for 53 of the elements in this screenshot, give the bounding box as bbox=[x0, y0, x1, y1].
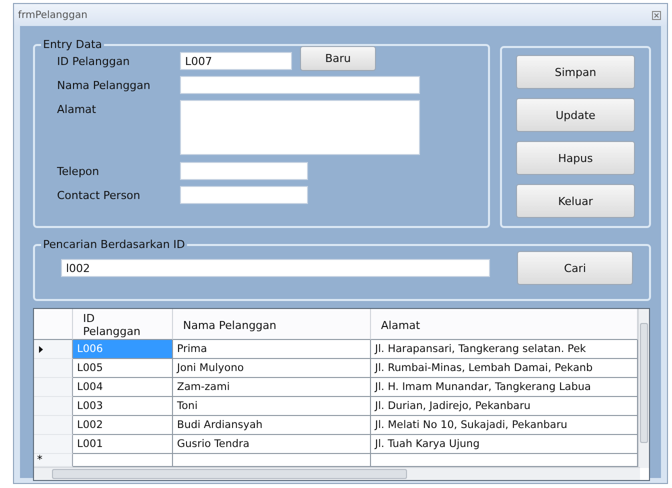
search-button[interactable]: Cari bbox=[517, 251, 633, 285]
action-button[interactable]: Hapus bbox=[516, 141, 635, 175]
input-field[interactable] bbox=[180, 76, 420, 94]
action-button[interactable]: Keluar bbox=[516, 184, 635, 218]
table-cell[interactable]: L004 bbox=[73, 378, 173, 397]
table-cell[interactable]: Budi Ardiansyah bbox=[173, 416, 371, 435]
search-field[interactable]: l002 bbox=[61, 259, 490, 277]
table-cell[interactable]: Gusrio Tendra bbox=[173, 435, 371, 454]
table-cell[interactable]: L003 bbox=[73, 397, 173, 416]
table-cell[interactable]: Jl. Melati No 10, Sukajadi, Pekanbaru bbox=[371, 416, 638, 435]
new-button[interactable]: Baru bbox=[300, 46, 376, 71]
field-label: Telepon bbox=[57, 164, 100, 178]
column-header[interactable]: ID Pelanggan bbox=[73, 309, 173, 340]
window-title: frmPelanggan bbox=[18, 10, 88, 20]
column-header[interactable]: Nama Pelanggan bbox=[173, 309, 371, 340]
group-title: Pencarian Berdasarkan ID bbox=[41, 238, 188, 251]
new-row-marker: * bbox=[36, 454, 44, 465]
close-icon[interactable] bbox=[652, 10, 661, 20]
data-grid[interactable] bbox=[33, 308, 650, 481]
table-cell[interactable]: Joni Mulyono bbox=[173, 359, 371, 378]
table-cell[interactable]: Jl. Durian, Jadirejo, Pekanbaru bbox=[371, 397, 638, 416]
row-header[interactable] bbox=[34, 416, 73, 435]
row-header[interactable] bbox=[34, 340, 73, 359]
field-label: Nama Pelanggan bbox=[57, 78, 152, 92]
table-cell[interactable]: Jl. Harapansari, Tangkerang selatan. Pek bbox=[371, 340, 638, 359]
action-button[interactable]: Update bbox=[516, 98, 635, 132]
text-area[interactable] bbox=[180, 100, 420, 155]
row-header[interactable] bbox=[34, 378, 73, 397]
table-cell[interactable]: L005 bbox=[73, 359, 173, 378]
input-field[interactable] bbox=[180, 162, 308, 180]
table-cell[interactable]: Zam-zami bbox=[173, 378, 371, 397]
column-header[interactable]: Alamat bbox=[371, 309, 638, 340]
row-header[interactable]: * bbox=[34, 454, 73, 467]
input-field[interactable]: L007 bbox=[180, 52, 292, 70]
vertical-scrollbar[interactable] bbox=[638, 309, 649, 468]
corner-header[interactable] bbox=[34, 309, 73, 340]
field-label: Contact Person bbox=[57, 188, 142, 202]
field-label: Alamat bbox=[57, 102, 98, 116]
table-cell[interactable]: Jl. Rumbai-Minas, Lembah Damai, Pekanb bbox=[371, 359, 638, 378]
horizontal-scrollbar[interactable] bbox=[34, 467, 640, 480]
group-title: Entry Data bbox=[41, 38, 104, 51]
table-cell[interactable]: L002 bbox=[73, 416, 173, 435]
table-cell[interactable]: Jl. Tuah Karya Ujung bbox=[371, 435, 638, 454]
table-cell[interactable]: L001 bbox=[73, 435, 173, 454]
row-header[interactable] bbox=[34, 397, 73, 416]
table-cell[interactable]: Toni bbox=[173, 397, 371, 416]
action-button[interactable]: Simpan bbox=[516, 55, 635, 89]
row-header[interactable] bbox=[34, 359, 73, 378]
table-cell[interactable]: Prima bbox=[173, 340, 371, 359]
field-label: ID Pelanggan bbox=[57, 54, 131, 68]
table-cell[interactable]: Jl. H. Imam Munandar, Tangkerang Labua bbox=[371, 378, 638, 397]
input-field[interactable] bbox=[180, 186, 308, 204]
row-header[interactable] bbox=[34, 435, 73, 454]
